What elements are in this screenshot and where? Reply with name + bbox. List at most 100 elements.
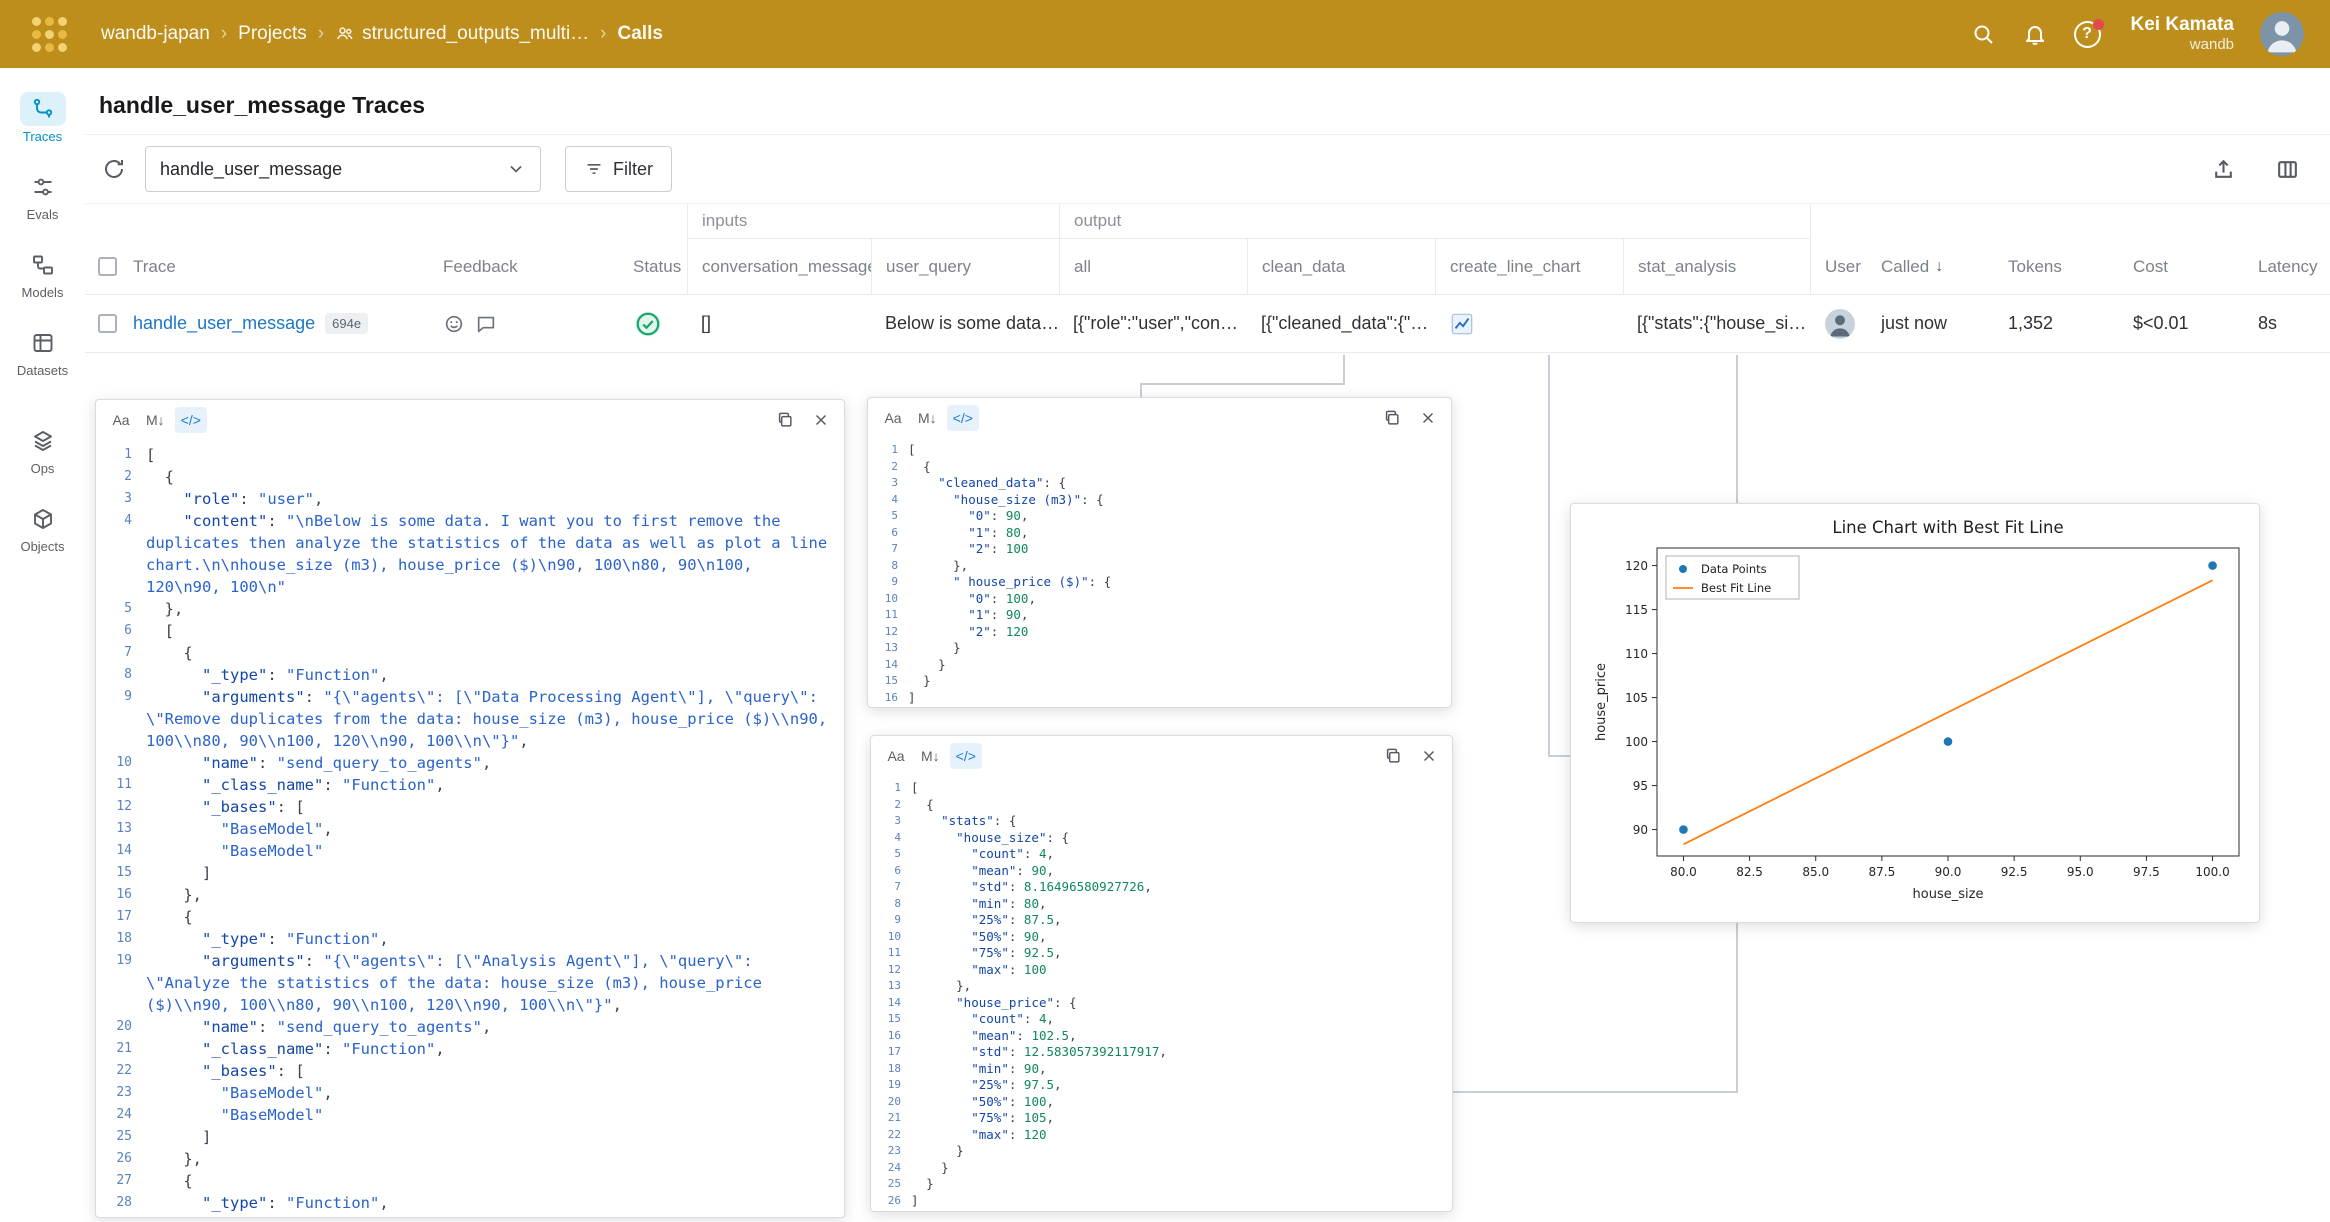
- copy-icon[interactable]: [1380, 743, 1406, 769]
- column-header-called[interactable]: Called↓: [1867, 239, 1994, 294]
- column-header-all[interactable]: all: [1059, 239, 1247, 294]
- team-icon: [335, 24, 355, 44]
- ops-icon: [20, 424, 66, 458]
- connector-line: [1452, 1091, 1738, 1093]
- filter-button[interactable]: Filter: [565, 146, 672, 192]
- cell-conversation-messages[interactable]: []: [687, 313, 871, 334]
- column-header-tokens[interactable]: Tokens: [1994, 239, 2119, 294]
- op-selector-value: handle_user_message: [160, 159, 342, 180]
- column-header-clean-data[interactable]: clean_data: [1247, 239, 1435, 294]
- connector-line: [1140, 383, 1142, 398]
- column-header-create-line-chart[interactable]: create_line_chart: [1435, 239, 1623, 294]
- add-reaction-icon[interactable]: [443, 313, 465, 335]
- column-header-status[interactable]: Status: [619, 239, 687, 294]
- top-navbar: wandb-japan › Projects › structured_outp…: [0, 0, 2330, 68]
- search-icon[interactable]: [1970, 21, 1996, 47]
- group-header-inputs: inputs: [687, 204, 1059, 239]
- breadcrumb-calls[interactable]: Calls: [618, 23, 663, 45]
- columns-settings-icon[interactable]: [2270, 152, 2304, 186]
- cell-stat-analysis[interactable]: [{"stats":{"house_si…: [1623, 313, 1811, 334]
- svg-text:92.5: 92.5: [2001, 865, 2028, 879]
- popup-header: Aa M↓ </>: [96, 400, 844, 440]
- row-user-avatar: [1825, 309, 1855, 339]
- text-view-button[interactable]: Aa: [878, 405, 908, 431]
- cell-all[interactable]: [{"role":"user","con…: [1059, 313, 1247, 334]
- svg-text:Best Fit Line: Best Fit Line: [1701, 581, 1771, 595]
- sidebar-item-datasets[interactable]: Datasets: [0, 326, 85, 378]
- svg-text:87.5: 87.5: [1869, 865, 1896, 879]
- close-icon[interactable]: [1416, 743, 1442, 769]
- column-header-user[interactable]: User: [1811, 239, 1867, 294]
- help-icon[interactable]: ?: [2074, 21, 2101, 48]
- comment-icon[interactable]: [475, 313, 497, 335]
- column-header-trace[interactable]: Trace: [129, 239, 429, 294]
- markdown-view-button[interactable]: M↓: [912, 405, 943, 431]
- sidebar-item-label: Evals: [27, 207, 59, 222]
- trace-id-badge: 694e: [325, 313, 368, 334]
- evals-icon: [20, 170, 66, 204]
- markdown-view-button[interactable]: M↓: [140, 407, 171, 433]
- op-selector-dropdown[interactable]: handle_user_message: [145, 146, 541, 192]
- breadcrumb-team[interactable]: wandb-japan: [101, 23, 210, 45]
- column-header-row: Trace Feedback Status conversation_messa…: [85, 239, 2330, 295]
- column-group-row: inputs output: [85, 203, 2330, 239]
- sidebar-item-ops[interactable]: Ops: [0, 424, 85, 476]
- json-code-view[interactable]: 1[2 {3 "cleaned_data": {4 "house_size (m…: [868, 438, 1451, 707]
- copy-icon[interactable]: [1379, 405, 1405, 431]
- text-view-button[interactable]: Aa: [881, 743, 911, 769]
- export-icon[interactable]: [2206, 152, 2240, 186]
- chart-thumbnail-icon[interactable]: [1449, 311, 1475, 337]
- svg-text:80.0: 80.0: [1670, 865, 1697, 879]
- json-code-view[interactable]: 1[2 {3 "role": "user",4 "content": "\nBe…: [96, 440, 844, 1217]
- column-header-latency[interactable]: Latency: [2244, 239, 2330, 294]
- user-org: wandb: [2131, 36, 2235, 54]
- row-checkbox[interactable]: [98, 314, 117, 333]
- connector-line: [1140, 383, 1345, 385]
- table-row[interactable]: handle_user_message 694e: [85, 295, 2330, 353]
- close-icon[interactable]: [1415, 405, 1441, 431]
- sidebar-item-evals[interactable]: Evals: [0, 170, 85, 222]
- breadcrumb-projects[interactable]: Projects: [238, 23, 307, 45]
- sidebar-item-traces[interactable]: Traces: [0, 92, 85, 144]
- objects-icon: [20, 502, 66, 536]
- refresh-icon[interactable]: [97, 152, 131, 186]
- cell-clean-data[interactable]: [{"cleaned_data":{"…: [1247, 313, 1435, 334]
- trace-link[interactable]: handle_user_message: [133, 313, 315, 334]
- page-header: handle_user_message Traces: [85, 68, 2330, 135]
- column-header-stat-analysis[interactable]: stat_analysis: [1623, 239, 1811, 294]
- cell-create-line-chart[interactable]: [1435, 311, 1623, 337]
- text-view-button[interactable]: Aa: [106, 407, 136, 433]
- sidebar-item-label: Objects: [20, 539, 64, 554]
- datasets-icon: [20, 326, 66, 360]
- sidebar-item-label: Models: [22, 285, 64, 300]
- select-all-checkbox[interactable]: [98, 257, 117, 276]
- sidebar-item-models[interactable]: Models: [0, 248, 85, 300]
- column-header-feedback[interactable]: Feedback: [429, 239, 619, 294]
- json-code-view[interactable]: 1[2 {3 "stats": {4 "house_size": {5 "cou…: [871, 776, 1452, 1211]
- svg-text:Data Points: Data Points: [1701, 562, 1767, 576]
- column-header-conversation-messages[interactable]: conversation_messages: [687, 239, 871, 294]
- sidebar-item-objects[interactable]: Objects: [0, 502, 85, 554]
- code-view-button[interactable]: </>: [947, 405, 979, 431]
- svg-text:97.5: 97.5: [2133, 865, 2160, 879]
- code-view-button[interactable]: </>: [950, 743, 982, 769]
- close-icon[interactable]: [808, 407, 834, 433]
- connector-line: [1548, 355, 1550, 757]
- popup-header: Aa M↓ </>: [868, 398, 1451, 438]
- breadcrumb-separator: ›: [600, 23, 606, 45]
- column-header-user-query[interactable]: user_query: [871, 239, 1059, 294]
- user-name: Kei Kamata: [2131, 14, 2235, 37]
- markdown-view-button[interactable]: M↓: [915, 743, 946, 769]
- code-view-button[interactable]: </>: [175, 407, 207, 433]
- copy-icon[interactable]: [772, 407, 798, 433]
- column-header-cost[interactable]: Cost: [2119, 239, 2244, 294]
- sort-desc-icon: ↓: [1935, 258, 1943, 276]
- svg-text:Line Chart with Best Fit Line: Line Chart with Best Fit Line: [1832, 518, 2063, 537]
- breadcrumb-project[interactable]: structured_outputs_multi…: [335, 23, 589, 45]
- cell-user-query[interactable]: Below is some data…: [871, 313, 1059, 334]
- notifications-bell-icon[interactable]: [2022, 21, 2048, 47]
- traces-icon: [20, 92, 66, 126]
- wandb-logo-icon[interactable]: [32, 17, 67, 52]
- user-avatar[interactable]: [2260, 12, 2304, 56]
- sidebar-item-label: Ops: [31, 461, 55, 476]
